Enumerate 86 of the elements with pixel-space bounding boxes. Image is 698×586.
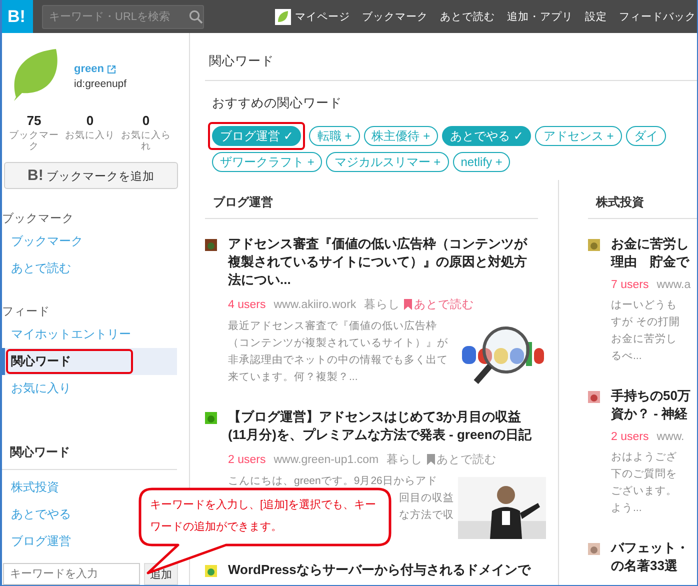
- stat-value: 0: [142, 113, 150, 128]
- nav-link[interactable]: ブックマーク: [362, 10, 428, 24]
- stat-label: ブックマーク: [9, 130, 59, 152]
- sidebar-item[interactable]: ブックマーク: [2, 228, 92, 255]
- keyword-tag[interactable]: アドセンス +: [535, 126, 622, 146]
- excerpt-line: よう...: [611, 501, 642, 516]
- stat-label: お気に入られ: [121, 130, 171, 152]
- favicon-icon: [588, 543, 600, 555]
- excerpt-line: （コンテンツが複製されているサイト）』が: [228, 336, 448, 351]
- article-title-link[interactable]: WordPressならサーバーから付与されるドメインで: [228, 561, 530, 579]
- article-title-link[interactable]: 【ブログ運営】アドセンスはじめて3か月目の収益 (11月分)を、プレミアムな方法で発表 - greenの日記: [228, 408, 546, 444]
- keyword-tag[interactable]: ダイ: [626, 126, 666, 146]
- user-id: id:greenupf: [74, 78, 127, 90]
- search-icon[interactable]: [189, 10, 203, 24]
- excerpt-line: ございます。: [611, 484, 677, 499]
- excerpt-line: な方法で収: [399, 508, 454, 523]
- sidebar-item[interactable]: あとで読む: [2, 255, 80, 282]
- column-heading: ブログ運営: [205, 194, 538, 219]
- bookmark-icon: [404, 299, 412, 310]
- keyword-tag[interactable]: 転職 +: [309, 126, 360, 146]
- stat-value: 75: [26, 113, 42, 128]
- excerpt-line: お金に苦労し: [611, 332, 677, 347]
- excerpt-line: るべ...: [611, 349, 642, 364]
- keyword-input-field[interactable]: キーワードを入力: [3, 563, 140, 585]
- domain-link[interactable]: www.green-up1.com: [274, 454, 379, 466]
- sidebar-item[interactable]: あとでやる: [2, 501, 80, 528]
- bookmark-icon: [426, 454, 435, 465]
- domain-link[interactable]: www.: [656, 431, 684, 443]
- column-heading: 株式投資: [588, 194, 697, 219]
- category-link[interactable]: 暮らし: [386, 452, 423, 467]
- section-heading: フィード: [2, 305, 51, 319]
- excerpt-line: おはようござ: [611, 450, 677, 465]
- favicon-icon: [205, 239, 217, 251]
- category-link[interactable]: 暮らし: [364, 297, 400, 312]
- nav-link[interactable]: 設定: [585, 10, 607, 24]
- keyword-tag[interactable]: 株主優待 +: [364, 126, 438, 146]
- logo[interactable]: B!: [2, 0, 33, 33]
- section-heading: 関心ワード: [10, 444, 71, 461]
- keyword-tag[interactable]: ザワークラフト +: [212, 152, 322, 172]
- user-count-link[interactable]: 4 users: [228, 298, 266, 310]
- favicon-icon: [205, 565, 217, 577]
- keyword-tag[interactable]: netlify +: [452, 152, 510, 172]
- nav-link[interactable]: フィードバック: [619, 10, 696, 24]
- callout-text: キーワードを入力し、[追加]を選択でも、キーワードの追加ができます。: [150, 498, 378, 535]
- sidebar-item[interactable]: お気に入り: [2, 375, 80, 402]
- keyword-tag[interactable]: マジカルスリマー +: [326, 152, 449, 172]
- domain-link[interactable]: www.akiiro.work: [274, 298, 356, 310]
- favicon-icon: [205, 412, 217, 424]
- sidebar-item[interactable]: ブログ運営: [2, 528, 80, 555]
- excerpt-line: こんにちは、greenです。9月26日からアド: [228, 474, 438, 489]
- keyword-tag[interactable]: ブログ運営 ✓: [212, 126, 302, 146]
- article-title-link[interactable]: 手持ちの50万 資か？ - 神経: [611, 387, 697, 423]
- keyword-tag[interactable]: あとでやる ✓: [442, 126, 532, 146]
- user-count-link[interactable]: 7 users: [611, 279, 649, 291]
- read-later-link[interactable]: あとで読む: [426, 452, 497, 467]
- user-name-link[interactable]: green: [74, 63, 116, 75]
- excerpt-line: 下のご質問を: [611, 467, 677, 482]
- excerpt-line: 非承認理由でネットの中の情報でも多く出て: [228, 353, 448, 368]
- stat-label: お気に入り: [65, 130, 115, 141]
- add-bookmark-button[interactable]: B! ブックマークを追加: [4, 162, 178, 189]
- excerpt-line: 回目の収益: [399, 491, 454, 506]
- nav-link[interactable]: マイページ: [295, 10, 350, 24]
- excerpt-line: すが その打開: [611, 315, 680, 330]
- article-title-link[interactable]: アドセンス審査『価値の低い広告枠（コンテンツが 複製されているサイトについて）』の原因と対処方 法につい...: [228, 235, 546, 289]
- favicon-icon: [588, 239, 600, 251]
- leaf-icon[interactable]: [275, 8, 291, 24]
- excerpt-line: はーいどうも: [611, 298, 677, 313]
- article-title-link[interactable]: お金に苦労し 理由 貯金で: [611, 235, 697, 271]
- section-heading: おすすめの関心ワード: [212, 95, 343, 112]
- domain-link[interactable]: www.a: [656, 279, 691, 291]
- sidebar-item[interactable]: マイホットエントリー: [2, 321, 140, 348]
- section-heading: ブックマーク: [2, 212, 75, 226]
- excerpt-line: 来ています。何？複製？...: [228, 370, 358, 385]
- page-title: 関心ワード: [205, 33, 697, 81]
- excerpt-line: 最近アドセンス審査で『価値の低い広告枠: [228, 319, 437, 334]
- stat-value: 0: [86, 113, 94, 128]
- user-count-link[interactable]: 2 users: [611, 431, 649, 443]
- search-field[interactable]: キーワード・URLを検索: [42, 4, 204, 28]
- sidebar-item[interactable]: 株式投資: [2, 474, 68, 501]
- favicon-icon: [588, 391, 600, 403]
- nav-link[interactable]: 追加・アプリ: [507, 10, 573, 24]
- article-title-link[interactable]: バフェット・ の名著33選: [611, 539, 689, 575]
- nav-link[interactable]: あとで読む: [440, 10, 495, 24]
- user-count-link[interactable]: 2 users: [228, 454, 266, 466]
- read-later-link[interactable]: あとで読む: [404, 297, 474, 312]
- external-link-icon: [106, 64, 116, 74]
